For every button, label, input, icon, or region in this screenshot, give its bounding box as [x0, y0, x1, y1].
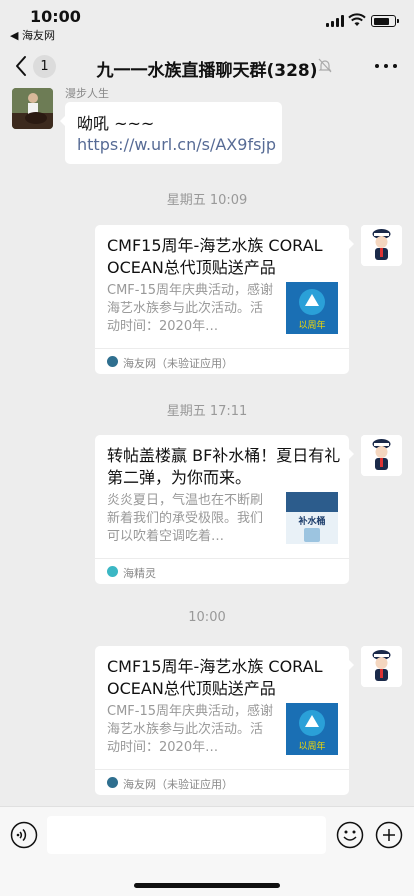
- card-source: 海精灵: [95, 558, 349, 584]
- emoji-icon[interactable]: [336, 821, 364, 849]
- sender-name: 漫步人生: [65, 87, 109, 100]
- chat-title: 九一一水族直播聊天群(328): [96, 61, 318, 81]
- message-text: 呦吼 ~~~: [77, 114, 155, 133]
- bell-off-icon: [318, 58, 332, 73]
- wifi-icon: [348, 13, 366, 26]
- card-source: 海友网（未验证应用）: [95, 769, 349, 795]
- card-source: 海友网（未验证应用）: [95, 348, 349, 374]
- card-title: CMF15周年-海艺水族 CORAL OCEAN总代顶贴送产品: [107, 236, 323, 277]
- status-bar: 10:00 ◀ 海友网: [0, 0, 414, 44]
- message-timestamp: 10:00: [188, 610, 226, 625]
- app-logo-icon: [107, 777, 118, 788]
- card-source-name: 海友网（未验证应用）: [123, 357, 233, 370]
- my-avatar[interactable]: [361, 435, 402, 476]
- battery-level: [373, 17, 389, 25]
- message-timestamp: 星期五 17:11: [166, 404, 248, 419]
- card-source-name: 海友网（未验证应用）: [123, 778, 233, 791]
- sender-avatar[interactable]: [12, 88, 53, 129]
- message-bubble[interactable]: 呦吼 ~~~ https://w.url.cn/s/AX9fsjp: [60, 102, 282, 164]
- my-avatar[interactable]: [361, 646, 402, 687]
- link-card[interactable]: CMF15周年-海艺水族 CORAL OCEAN总代顶贴送产品 CMF-15周年…: [95, 646, 354, 795]
- back-to-app-link[interactable]: ◀ 海友网: [10, 27, 55, 43]
- card-title: 转帖盖楼赢 BF补水桶！夏日有礼第二弹，为你而来。: [107, 446, 341, 487]
- card-thumbnail: 以周年: [286, 703, 338, 755]
- card-description: CMF-15周年庆典活动，感谢海艺水族参与此次活动。活动时间：2020年…: [107, 704, 274, 755]
- message-timestamp: 星期五 10:09: [166, 193, 248, 208]
- input-bar: [0, 806, 414, 896]
- more-dots-icon[interactable]: [375, 64, 397, 70]
- svg-text:以周年: 以周年: [298, 740, 325, 752]
- chat-header: 1 九一一水族直播聊天群(328): [0, 44, 414, 88]
- home-indicator: [134, 883, 280, 888]
- message-link[interactable]: https://w.url.cn/s/AX9fsjp: [77, 134, 276, 155]
- status-time: 10:00: [30, 7, 81, 26]
- app-logo-icon: [107, 356, 118, 367]
- svg-text:以周年: 以周年: [298, 319, 325, 331]
- card-thumbnail: 以周年: [286, 282, 338, 334]
- card-thumbnail: 补水桶: [286, 492, 338, 544]
- card-title: CMF15周年-海艺水族 CORAL OCEAN总代顶贴送产品: [107, 657, 323, 698]
- svg-text:补水桶: 补水桶: [297, 515, 325, 527]
- card-source-name: 海精灵: [123, 567, 156, 580]
- my-avatar[interactable]: [361, 225, 402, 266]
- signal-icon: [326, 15, 346, 27]
- link-card[interactable]: CMF15周年-海艺水族 CORAL OCEAN总代顶贴送产品 CMF-15周年…: [95, 225, 354, 374]
- plus-icon[interactable]: [375, 821, 403, 849]
- card-description: CMF-15周年庆典活动，感谢海艺水族参与此次活动。活动时间：2020年…: [107, 283, 274, 334]
- voice-icon[interactable]: [10, 821, 38, 849]
- app-logo-icon: [107, 566, 118, 577]
- battery-icon: [371, 15, 399, 27]
- link-card[interactable]: 转帖盖楼赢 BF补水桶！夏日有礼第二弹，为你而来。 炎炎夏日，气温也在不断刷新着…: [95, 435, 354, 584]
- message-input[interactable]: [47, 816, 326, 854]
- card-description: 炎炎夏日，气温也在不断刷新着我们的承受极限。我们可以吹着空调吃着…: [107, 493, 264, 544]
